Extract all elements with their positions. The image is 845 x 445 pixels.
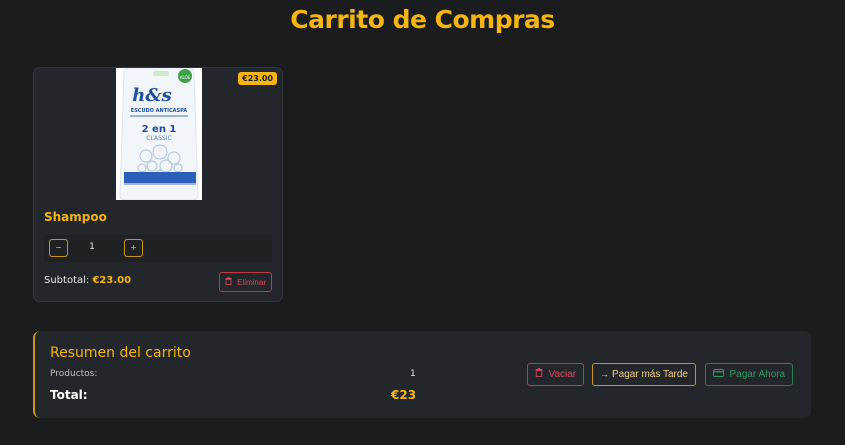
subtotal-value: €23.00 [92,275,132,286]
price-badge: €23.00 [238,72,277,85]
arrow-right-icon: → [600,369,609,379]
image-line2-text: 2 en 1 [142,124,177,135]
delete-item-label: Eliminar [237,278,266,287]
product-name: Shampoo [44,210,107,224]
pay-now-label: Pagar Ahora [729,369,786,380]
pay-now-button[interactable]: Pagar Ahora [705,363,794,386]
decrement-quantity-button[interactable]: − [49,239,68,257]
quantity-value: 1 [89,242,95,252]
image-line3-text: CLASSIC [146,135,171,142]
credit-card-icon [713,369,727,379]
subtotal-label: Subtotal: [44,275,90,286]
page-title: Carrito de Compras [290,5,555,34]
increment-quantity-button[interactable]: + [124,239,143,257]
products-count-label: Productos: [50,369,98,379]
pay-later-button[interactable]: → Pagar más Tarde [592,363,696,386]
quantity-stepper: − 1 + [44,235,272,262]
products-count-value: 1 [410,369,416,379]
product-image: ALOE h&s ESCUDO ANTICASPA 2 en 1 CLASSIC [116,67,202,201]
item-subtotal: Subtotal: €23.00 [44,275,131,286]
empty-cart-label: Vaciar [548,369,577,380]
summary-title: Resumen del carrito [50,345,191,361]
image-brand-text: h&s [132,85,171,106]
pay-later-label: Pagar más Tarde [612,369,688,380]
image-badge-text: ALOE [180,75,191,80]
cart-summary: Resumen del carrito Productos: 1 Total: … [33,331,811,418]
trash-icon [225,277,235,287]
empty-cart-button[interactable]: Vaciar [527,363,585,386]
trash-icon [535,368,546,379]
image-line1-text: ESCUDO ANTICASPA [131,108,188,114]
cart-item-card: ALOE h&s ESCUDO ANTICASPA 2 en 1 CLASSIC… [33,67,283,302]
total-value: €23 [391,388,417,402]
delete-item-button[interactable]: Eliminar [218,272,272,292]
total-label: Total: [50,388,88,402]
